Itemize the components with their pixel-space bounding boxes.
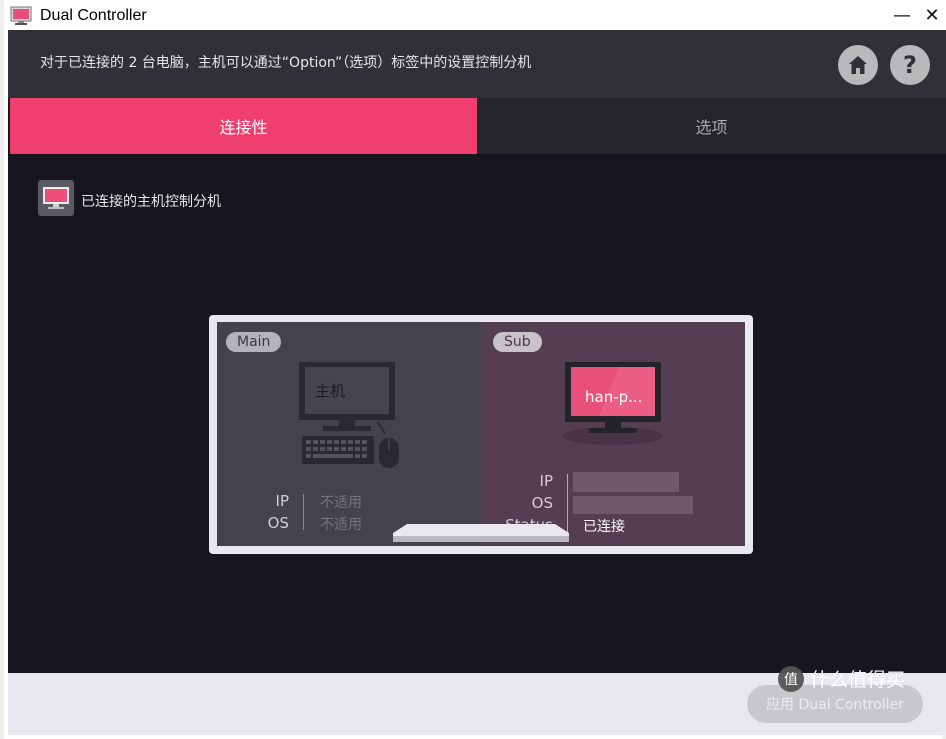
sub-pc-panel: Sub han-p... IP OS Status	[481, 322, 745, 546]
close-button[interactable]: ✕	[918, 4, 946, 28]
watermark: 值 什么值得买	[778, 665, 905, 692]
main-ip-label: IP	[275, 492, 289, 510]
tab-options[interactable]: 选项	[477, 98, 946, 154]
watermark-text: 什么值得买	[810, 669, 906, 691]
window-title: Dual Controller	[40, 7, 147, 24]
monitor-app-icon	[10, 6, 32, 25]
main-pc-panel: Main 主机 IP OS 不适用 不适用	[217, 322, 481, 546]
home-icon	[849, 56, 867, 74]
help-button[interactable]: ?	[890, 45, 930, 85]
dual-monitor-display: Main 主机 IP OS 不适用 不适用 Sub han-p... IP OS…	[209, 315, 753, 554]
header-bar: 对于已连接的 2 台电脑，主机可以通过“Option”（选项）标签中的设置控制分…	[8, 30, 946, 98]
header-description: 对于已连接的 2 台电脑，主机可以通过“Option”（选项）标签中的设置控制分…	[40, 55, 532, 71]
main-pc-label: 主机	[315, 382, 346, 400]
sub-ip-label: IP	[539, 472, 553, 490]
sub-os-label: OS	[531, 494, 553, 512]
main-os-value: 不适用	[320, 517, 362, 533]
app-body: 对于已连接的 2 台电脑，主机可以通过“Option”（选项）标签中的设置控制分…	[8, 30, 946, 735]
home-button[interactable]	[838, 45, 878, 85]
sub-status-value: 已连接	[583, 519, 625, 535]
main-badge: Main	[226, 332, 282, 352]
sub-ip-value-blurred	[573, 472, 679, 492]
app-window: Dual Controller — ✕ 对于已连接的 2 台电脑，主机可以通过“…	[0, 0, 946, 739]
watermark-logo-icon: 值	[778, 665, 804, 692]
sub-os-value-blurred	[573, 496, 693, 514]
connected-monitor-icon	[38, 180, 74, 216]
desktop-pc-icon	[299, 362, 399, 468]
monitor-stand	[393, 524, 569, 542]
minimize-button[interactable]: —	[888, 4, 916, 28]
sub-badge: Sub	[493, 332, 542, 352]
sub-monitor-icon	[563, 362, 663, 445]
tab-bar: 连接性 选项	[10, 98, 946, 154]
sub-pc-label: han-p...	[585, 388, 643, 406]
main-ip-value: 不适用	[320, 495, 362, 511]
main-os-label: OS	[267, 514, 289, 532]
title-bar: Dual Controller — ✕	[4, 0, 946, 30]
section-title: 已连接的主机控制分机	[81, 194, 221, 210]
tab-connectivity[interactable]: 连接性	[10, 98, 477, 154]
question-mark-icon: ?	[903, 51, 917, 79]
main-info-divider	[303, 494, 304, 530]
